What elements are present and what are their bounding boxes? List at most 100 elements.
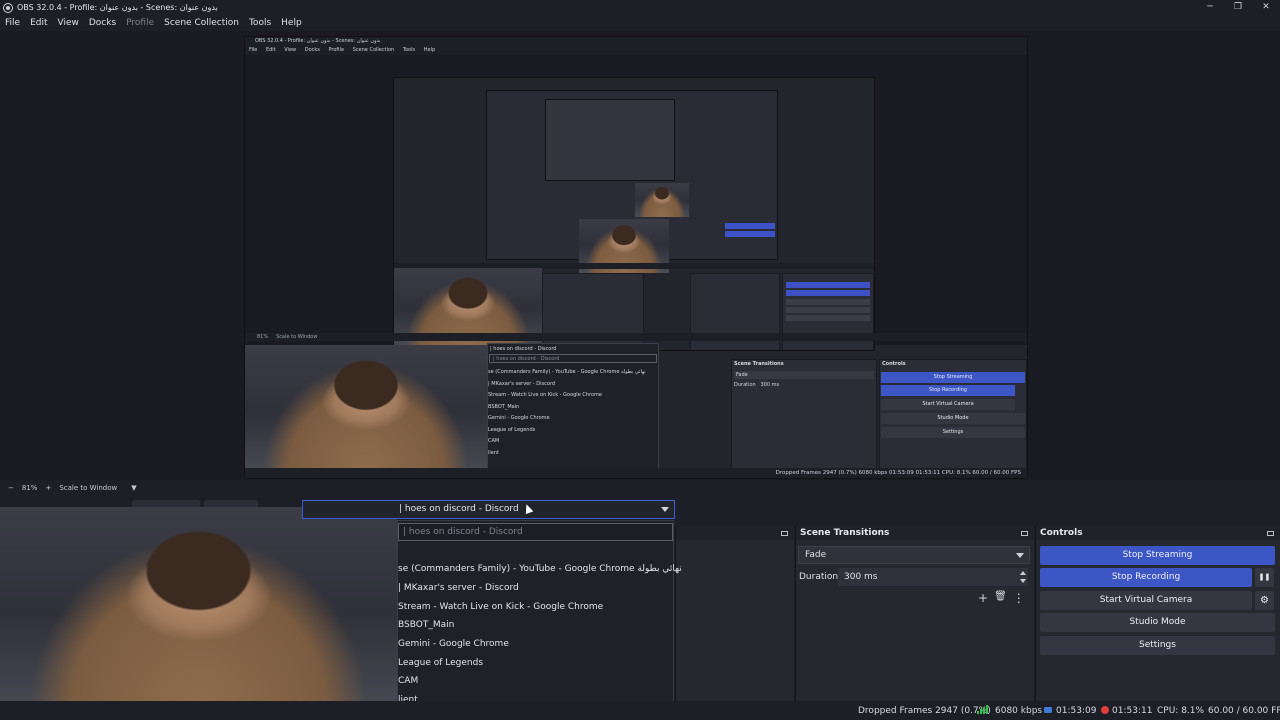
dropdown-option[interactable]: CAM [398, 676, 418, 686]
close-button[interactable]: ✕ [1252, 0, 1280, 15]
nested-obs-capture: OBS 32.0.4 - Profile: بدون عنوان - Scene… [244, 36, 1028, 479]
nested-status-bar: Dropped Frames 2947 (0.7%) 6080 kbps 01:… [245, 468, 1027, 478]
minimize-button[interactable]: ─ [1196, 0, 1224, 15]
undock-icon[interactable] [1267, 530, 1274, 536]
preview-toolbar: − 81% + Scale to Window ▼ [0, 480, 1280, 496]
menu-docks[interactable]: Docks [84, 18, 121, 28]
transition-value: Fade [805, 550, 827, 560]
stream-time: 01:53:09 [1056, 706, 1097, 716]
window-source-select[interactable]: | hoes on discord - Discord [302, 500, 675, 519]
stop-recording-button[interactable]: Stop Recording [1040, 568, 1252, 587]
dropdown-option[interactable]: se (Commanders Family) - YouTube - Googl… [398, 564, 682, 574]
dropdown-option[interactable]: League of Legends [398, 658, 483, 668]
cpu-usage: CPU: 8.1% [1157, 706, 1205, 716]
menu-edit[interactable]: Edit [25, 18, 52, 28]
duration-field[interactable]: 300 ms [838, 568, 1028, 586]
record-time: 01:53:11 [1112, 706, 1153, 716]
nested-settings: Settings [881, 427, 1025, 438]
menu-file[interactable]: File [0, 18, 25, 28]
network-signal-icon [977, 705, 988, 714]
zoom-minus-icon[interactable]: − [8, 484, 14, 492]
nested-stop-streaming: Stop Streaming [881, 372, 1025, 383]
nested-start-virtual-camera: Start Virtual Camera [881, 399, 1015, 410]
dropdown-option[interactable]: BSBOT_Main [398, 620, 454, 630]
nested-duration-label: Duration [734, 382, 756, 388]
nested-zoom-level: 81% [257, 334, 269, 340]
nested-dropdown-item: Stream - Watch Live on Kick - Google Chr… [488, 392, 602, 398]
dropped-frames: Dropped Frames 2947 (0.7%) [858, 706, 991, 716]
window-source-value: | hoes on discord - Discord [399, 504, 519, 514]
bitrate: 6080 kbps [995, 706, 1043, 716]
window-controls: ─ ❐ ✕ [1196, 0, 1280, 15]
menu-help[interactable]: Help [276, 18, 307, 28]
virtual-camera-settings-icon[interactable]: ⚙ [1255, 591, 1274, 610]
nested-camera-feed [245, 345, 487, 478]
deep-stop-streaming [725, 223, 775, 229]
nn-virtual-camera [786, 299, 870, 305]
streaming-indicator-icon [1044, 707, 1052, 713]
add-transition-icon[interactable]: + [978, 591, 988, 605]
start-virtual-camera-button[interactable]: Start Virtual Camera [1040, 591, 1252, 610]
dropdown-search-input[interactable]: | hoes on discord - Discord [398, 523, 673, 541]
nested-controls-title: Controls [882, 361, 906, 367]
nested-dropdown-item: | MKaxar's server - Discord [488, 380, 556, 387]
undock-icon[interactable] [1021, 530, 1028, 536]
dropdown-option[interactable]: Stream - Watch Live on Kick - Google Chr… [398, 602, 603, 612]
nested-menu-view: View [284, 47, 297, 53]
nn-studio-mode [786, 307, 870, 313]
transition-select[interactable]: Fade [798, 546, 1030, 564]
nested-duration-row: Duration 300 ms [734, 382, 874, 388]
spin-up-icon[interactable] [1020, 571, 1026, 575]
title-bar: OBS 32.0.4 - Profile: بدون عنوان - Scene… [0, 0, 1280, 15]
studio-mode-button[interactable]: Studio Mode [1040, 613, 1275, 632]
settings-button[interactable]: Settings [1040, 636, 1275, 655]
menu-scene-collection[interactable]: Scene Collection [159, 18, 244, 28]
undock-icon[interactable] [781, 530, 788, 536]
scale-mode-caret-icon[interactable]: ▼ [131, 484, 136, 492]
nested-duration-value: 300 ms [760, 382, 780, 388]
zoom-level[interactable]: 81% [22, 484, 38, 492]
deep-nested-capture [486, 90, 778, 273]
pause-recording-icon[interactable]: ❚❚ [1255, 568, 1274, 587]
stop-streaming-button[interactable]: Stop Streaming [1040, 546, 1275, 565]
nested-preview [245, 55, 1027, 351]
zoom-plus-icon[interactable]: + [45, 484, 51, 492]
nested-menu-file: File [249, 47, 258, 53]
nested-nested-capture [393, 77, 875, 351]
more-options-icon[interactable]: ⋮ [1013, 591, 1025, 605]
chevron-down-icon [1016, 553, 1024, 558]
status-bar: Dropped Frames 2947 (0.7%) 6080 kbps 01:… [0, 701, 1280, 720]
spin-down-icon[interactable] [1020, 579, 1026, 583]
maximize-button[interactable]: ❐ [1224, 0, 1252, 15]
deep-stop-recording [725, 231, 775, 237]
menu-tools[interactable]: Tools [244, 18, 276, 28]
nested-dropdown-item: League of Legends [488, 426, 536, 433]
menu-bar: File Edit View Docks Profile Scene Colle… [0, 15, 1280, 31]
nested-source-dropdown: | hoes on discord - Discord | hoes on di… [487, 343, 659, 470]
dropdown-option[interactable]: | MKaxar's server - Discord [398, 583, 519, 593]
menu-view[interactable]: View [53, 18, 84, 28]
nested-dropdown-item: BSBOT_Main [488, 403, 520, 410]
obs-logo-icon [3, 2, 13, 13]
audio-mixer-dock [675, 526, 794, 701]
nested-zoom-bar: 81% Scale to Window [245, 333, 1027, 341]
nested-menu-docks: Docks [304, 47, 320, 53]
fps: 60.00 / 60.00 FPS [1208, 706, 1280, 716]
menu-profile[interactable]: Profile [121, 18, 159, 28]
nested-dropdown-selected: | hoes on discord - Discord [490, 346, 557, 352]
scale-mode[interactable]: Scale to Window [59, 484, 117, 492]
nested-menu-tools: Tools [402, 47, 416, 53]
deep-camera-feed [635, 183, 689, 217]
nested-menu-help: Help [423, 47, 436, 53]
transition-actions: + 🗑 ⋮ [978, 591, 1025, 605]
dropdown-option[interactable]: Gemini - Google Chrome [398, 639, 509, 649]
nested-studio-mode: Studio Mode [881, 413, 1025, 424]
duration-value: 300 ms [844, 572, 878, 582]
nested-window-title: OBS 32.0.4 - Profile: بدون عنوان - Scene… [245, 37, 1027, 46]
controls-title: Controls [1040, 528, 1083, 538]
scene-transitions-header: Scene Transitions [796, 526, 1034, 540]
controls-header: Controls [1036, 526, 1280, 540]
nested-transition-select: Fade [734, 371, 874, 379]
trash-icon[interactable]: 🗑 [994, 591, 1007, 605]
audio-mixer-header [676, 526, 794, 540]
